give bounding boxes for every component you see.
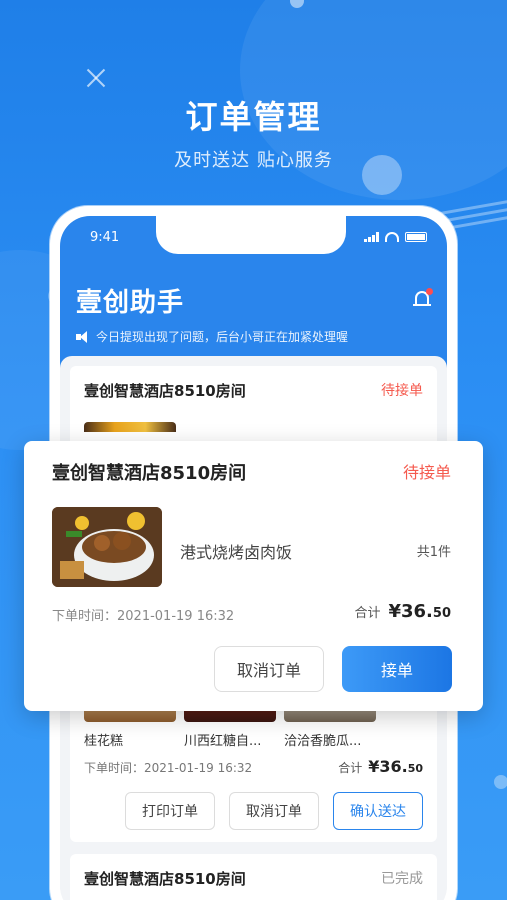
status-icons (364, 232, 427, 242)
cross-icon (84, 66, 108, 90)
hero-title: 订单管理 (185, 98, 322, 136)
notice-bar: 今日提现出现了问题，后台小哥正在加紧处理喔 (76, 328, 348, 345)
battery-icon (405, 232, 427, 242)
wifi-icon (385, 232, 399, 242)
order-time: 下单时间：2021-01-19 16:32 (52, 609, 235, 624)
notice-text: 今日提现出现了问题，后台小哥正在加紧处理喔 (96, 330, 349, 344)
app-title: 壹创助手 (76, 288, 185, 318)
order-time: 下单时间：2021-01-19 16:32 (84, 761, 253, 775)
order-room: 壹创智慧酒店8510房间 (84, 382, 246, 400)
order-total: 合计 ¥36.50 (338, 757, 423, 776)
cancel-order-button[interactable]: 取消订单 (214, 646, 324, 692)
item-name: 川西红糖自... (184, 734, 262, 749)
decorative-circle (494, 775, 507, 789)
item-count: 共1件 (416, 545, 451, 560)
accept-order-button[interactable]: 接单 (342, 646, 452, 692)
order-card[interactable]: 壹创智慧酒店8510房间 已完成 (70, 854, 437, 900)
order-room: 壹创智慧酒店8510房间 (84, 870, 246, 888)
popup-room: 壹创智慧酒店8510房间 (52, 463, 247, 484)
cancel-order-button[interactable]: 取消订单 (229, 792, 319, 830)
signal-icon (364, 232, 379, 242)
dish-image (52, 507, 162, 587)
order-status: 已完成 (381, 871, 423, 887)
item-name: 洽洽香脆瓜... (284, 734, 362, 749)
status-time: 9:41 (90, 230, 120, 245)
speaker-icon (76, 330, 90, 343)
food-thumbnail (84, 422, 176, 432)
popup-status: 待接单 (402, 463, 451, 482)
notification-dot (426, 288, 433, 295)
confirm-delivery-button[interactable]: 确认送达 (333, 792, 423, 830)
phone-notch (156, 216, 346, 254)
hero-subtitle: 及时送达 贴心服务 (174, 150, 333, 171)
print-order-button[interactable]: 打印订单 (125, 792, 215, 830)
item-name: 桂花糕 (84, 734, 124, 749)
order-total: 合计 ¥36.50 (354, 601, 451, 622)
bell-icon[interactable] (411, 288, 433, 310)
order-status: 待接单 (381, 383, 423, 399)
order-popup-card[interactable]: 壹创智慧酒店8510房间 待接单 港式烧烤卤肉饭 共1件 下单时间：2021-0… (24, 441, 483, 711)
dish-name: 港式烧烤卤肉饭 (180, 543, 293, 562)
